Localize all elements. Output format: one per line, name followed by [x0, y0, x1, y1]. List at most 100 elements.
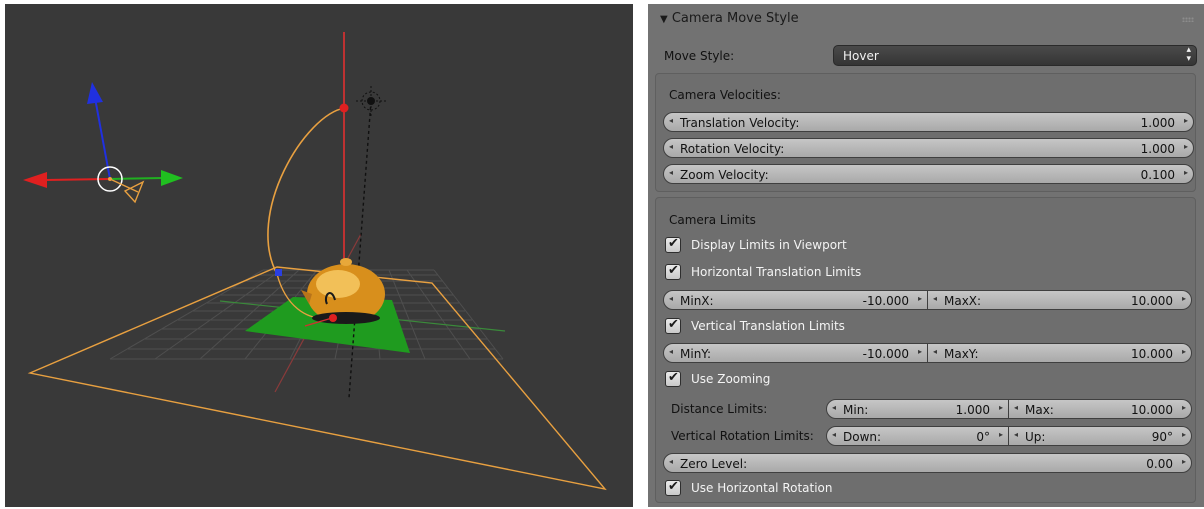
rotation-down-label: Down:	[843, 430, 882, 444]
rotation-velocity-field[interactable]: ◂ Rotation Velocity: 1.000 ▸	[663, 138, 1194, 158]
decrement-arrow-icon[interactable]: ◂	[669, 347, 673, 356]
increment-arrow-icon[interactable]: ▸	[918, 347, 922, 356]
checkmark-icon: ✔	[668, 236, 679, 251]
checkmark-icon: ✔	[668, 370, 679, 385]
decrement-arrow-icon[interactable]: ◂	[669, 142, 673, 151]
increment-arrow-icon[interactable]: ▸	[918, 294, 922, 303]
translation-velocity-field[interactable]: ◂ Translation Velocity: 1.000 ▸	[663, 112, 1194, 132]
max-x-label: MaxX:	[944, 294, 982, 308]
origin-dot-red	[329, 314, 337, 322]
min-x-value: -10.000	[862, 294, 909, 308]
increment-arrow-icon[interactable]: ▸	[1182, 403, 1186, 412]
increment-arrow-icon[interactable]: ▸	[1182, 430, 1186, 439]
min-x-field[interactable]: ◂ MinX: -10.000 ▸	[663, 290, 928, 310]
horizontal-rotation-label: Use Horizontal Rotation	[691, 481, 833, 495]
checkbox-box[interactable]: ✔	[665, 479, 681, 496]
decrement-arrow-icon[interactable]: ◂	[832, 403, 836, 412]
zero-level-field[interactable]: ◂ Zero Level: 0.00 ▸	[663, 453, 1192, 473]
decrement-arrow-icon[interactable]: ◂	[1014, 430, 1018, 439]
lamp-icon[interactable]	[356, 86, 386, 116]
move-style-value: Hover	[843, 49, 879, 63]
decrement-arrow-icon[interactable]: ◂	[669, 457, 673, 466]
camera-velocities-header: Camera Velocities:	[669, 88, 781, 102]
updown-arrows-icon: ▴ ▾	[1186, 45, 1191, 64]
increment-arrow-icon[interactable]: ▸	[999, 430, 1003, 439]
distance-max-label: Max:	[1025, 403, 1054, 417]
rotation-velocity-value: 1.000	[1140, 142, 1175, 156]
horizontal-limits-checkbox[interactable]: ✔ Horizontal Translation Limits	[665, 263, 965, 281]
increment-arrow-icon[interactable]: ▸	[1184, 168, 1188, 177]
min-y-field[interactable]: ◂ MinY: -10.000 ▸	[663, 343, 928, 363]
increment-arrow-icon[interactable]: ▸	[1182, 294, 1186, 303]
camera-limits-header: Camera Limits	[669, 213, 756, 227]
checkbox-box[interactable]: ✔	[665, 370, 681, 387]
3d-viewport[interactable]	[5, 4, 633, 507]
decrement-arrow-icon[interactable]: ◂	[669, 116, 673, 125]
display-limits-label: Display Limits in Viewport	[691, 238, 847, 252]
rotation-up-field[interactable]: ◂ Up: 90° ▸	[1009, 426, 1192, 446]
panel-title: ▼ Camera Move Style	[660, 11, 799, 26]
distance-max-field[interactable]: ◂ Max: 10.000 ▸	[1009, 399, 1192, 419]
rotation-up-label: Up:	[1025, 430, 1046, 444]
move-style-dropdown[interactable]: Hover ▴ ▾	[833, 45, 1197, 66]
orbit-handle-blue[interactable]	[275, 269, 282, 276]
translation-velocity-value: 1.000	[1140, 116, 1175, 130]
max-y-value: 10.000	[1131, 347, 1173, 361]
decrement-arrow-icon[interactable]: ◂	[933, 347, 937, 356]
checkmark-icon: ✔	[668, 317, 679, 332]
zoom-velocity-value: 0.100	[1140, 168, 1175, 182]
zoom-velocity-label: Zoom Velocity:	[680, 168, 769, 182]
min-x-label: MinX:	[680, 294, 714, 308]
zero-level-label: Zero Level:	[680, 457, 748, 471]
panel-title-text: Camera Move Style	[671, 11, 799, 26]
horizontal-limits-label: Horizontal Translation Limits	[691, 265, 862, 279]
drag-grip-icon[interactable]	[1182, 17, 1194, 22]
camera-handle-dot[interactable]	[339, 103, 349, 113]
camera-orbit-arc	[267, 107, 346, 275]
distance-min-field[interactable]: ◂ Min: 1.000 ▸	[826, 399, 1009, 419]
decrement-arrow-icon[interactable]: ◂	[669, 168, 673, 177]
min-y-label: MinY:	[680, 347, 712, 361]
zoom-velocity-field[interactable]: ◂ Zoom Velocity: 0.100 ▸	[663, 164, 1194, 184]
increment-arrow-icon[interactable]: ▸	[999, 403, 1003, 412]
distance-max-value: 10.000	[1131, 403, 1173, 417]
distance-limits-label: Distance Limits:	[671, 402, 768, 416]
distance-min-value: 1.000	[955, 403, 990, 417]
checkbox-box[interactable]: ✔	[665, 317, 681, 334]
vertical-rotation-limits-label: Vertical Rotation Limits:	[671, 429, 814, 443]
use-zooming-checkbox[interactable]: ✔ Use Zooming	[665, 370, 965, 388]
min-y-value: -10.000	[862, 347, 909, 361]
translation-velocity-label: Translation Velocity:	[680, 116, 800, 130]
rotation-down-field[interactable]: ◂ Down: 0° ▸	[826, 426, 1009, 446]
decrement-arrow-icon[interactable]: ◂	[1014, 403, 1018, 412]
increment-arrow-icon[interactable]: ▸	[1182, 457, 1186, 466]
increment-arrow-icon[interactable]: ▸	[1184, 116, 1188, 125]
axes-gizmo[interactable]	[23, 82, 183, 204]
decrement-arrow-icon[interactable]: ◂	[933, 294, 937, 303]
collapse-arrow-icon[interactable]: ▼	[660, 14, 668, 25]
checkmark-icon: ✔	[668, 263, 679, 278]
checkbox-box[interactable]: ✔	[665, 263, 681, 280]
max-y-label: MaxY:	[944, 347, 979, 361]
vertical-limits-checkbox[interactable]: ✔ Vertical Translation Limits	[665, 317, 965, 335]
panel-header[interactable]: ▼ Camera Move Style	[648, 4, 1204, 34]
max-x-field[interactable]: ◂ MaxX: 10.000 ▸	[928, 290, 1192, 310]
distance-min-label: Min:	[843, 403, 869, 417]
horizontal-rotation-checkbox[interactable]: ✔ Use Horizontal Rotation	[665, 479, 965, 497]
checkbox-box[interactable]: ✔	[665, 236, 681, 253]
max-y-field[interactable]: ◂ MaxY: 10.000 ▸	[928, 343, 1192, 363]
use-zooming-label: Use Zooming	[691, 372, 771, 386]
rotation-up-value: 90°	[1151, 430, 1173, 444]
viewport-scene	[23, 32, 607, 491]
rotation-velocity-label: Rotation Velocity:	[680, 142, 785, 156]
display-limits-checkbox[interactable]: ✔ Display Limits in Viewport	[665, 236, 965, 254]
checkmark-icon: ✔	[668, 479, 679, 494]
decrement-arrow-icon[interactable]: ◂	[832, 430, 836, 439]
vertical-limits-label: Vertical Translation Limits	[691, 319, 845, 333]
decrement-arrow-icon[interactable]: ◂	[669, 294, 673, 303]
increment-arrow-icon[interactable]: ▸	[1184, 142, 1188, 151]
increment-arrow-icon[interactable]: ▸	[1182, 347, 1186, 356]
properties-panel: ▼ Camera Move Style Move Style: Hover ▴ ▾…	[648, 4, 1204, 507]
move-style-label: Move Style:	[664, 49, 735, 63]
max-x-value: 10.000	[1131, 294, 1173, 308]
